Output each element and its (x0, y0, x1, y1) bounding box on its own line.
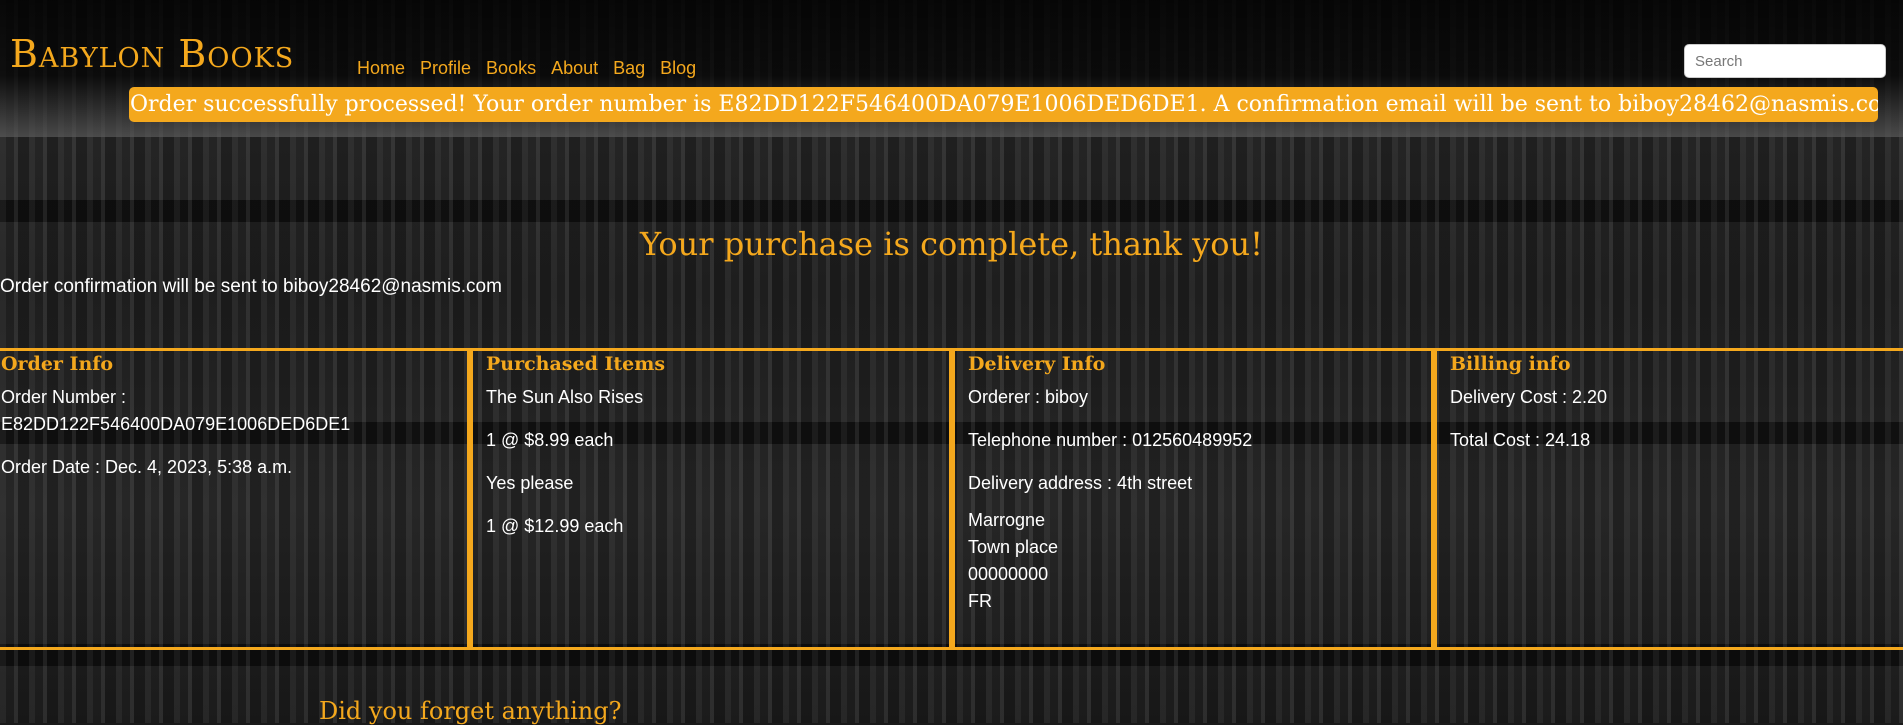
billing-info-heading: Billing info (1450, 353, 1571, 375)
order-date: Order Date : Dec. 4, 2023, 5:38 a.m. (1, 457, 293, 477)
address-line: 00000000 (968, 564, 1049, 584)
order-number-value: E82DD122F546400DA079E1006DED6DE1 (1, 414, 351, 434)
search-input[interactable] (1684, 44, 1886, 78)
order-summary-grid: Order Info Order Number : E82DD122F54640… (0, 348, 1903, 650)
address-line: Marrogne (968, 510, 1046, 530)
site-header: Babylon Books Home Profile Books About B… (0, 0, 1903, 137)
item-title: The Sun Also Rises (486, 387, 644, 407)
nav-home[interactable]: Home (357, 58, 405, 79)
delivery-cost: Delivery Cost : 2.20 (1450, 387, 1608, 407)
delivery-address: Marrogne Town place 00000000 FR (968, 507, 1431, 615)
delivery-info-heading: Delivery Info (968, 353, 1106, 375)
confirmation-text: Order confirmation will be sent to biboy… (0, 276, 502, 297)
nav-books[interactable]: Books (486, 58, 536, 79)
item-qty: 1 @ $12.99 each (486, 516, 624, 536)
page-title: Your purchase is complete, thank you! (640, 225, 1263, 263)
order-info-panel: Order Info Order Number : E82DD122F54640… (0, 351, 467, 647)
purchased-items-panel: Purchased Items The Sun Also Rises 1 @ $… (467, 351, 949, 647)
delivery-address-label: Delivery address : 4th street (968, 473, 1193, 493)
item-qty: 1 @ $8.99 each (486, 430, 614, 450)
nav-profile[interactable]: Profile (420, 58, 471, 79)
address-line: FR (968, 591, 992, 611)
delivery-info-panel: Delivery Info Orderer : biboy Telephone … (949, 351, 1431, 647)
nav-bag[interactable]: Bag (613, 58, 645, 79)
order-info-heading: Order Info (1, 353, 114, 375)
total-cost: Total Cost : 24.18 (1450, 430, 1591, 450)
order-number: Order Number : E82DD122F546400DA079E1006… (1, 384, 467, 438)
nav-blog[interactable]: Blog (660, 58, 696, 79)
telephone: Telephone number : 012560489952 (968, 430, 1253, 450)
purchased-items-heading: Purchased Items (486, 353, 666, 375)
main-nav: Home Profile Books About Bag Blog (357, 58, 696, 79)
forget-heading: Did you forget anything? (319, 697, 622, 725)
nav-about[interactable]: About (551, 58, 598, 79)
brand-logo[interactable]: Babylon Books (10, 32, 294, 76)
item-title: Yes please (486, 473, 574, 493)
orderer: Orderer : biboy (968, 387, 1089, 407)
address-line: Town place (968, 537, 1059, 557)
billing-info-panel: Billing info Delivery Cost : 2.20 Total … (1431, 351, 1903, 647)
order-number-label: Order Number : (1, 387, 127, 407)
success-alert: Order successfully processed! Your order… (129, 87, 1878, 122)
